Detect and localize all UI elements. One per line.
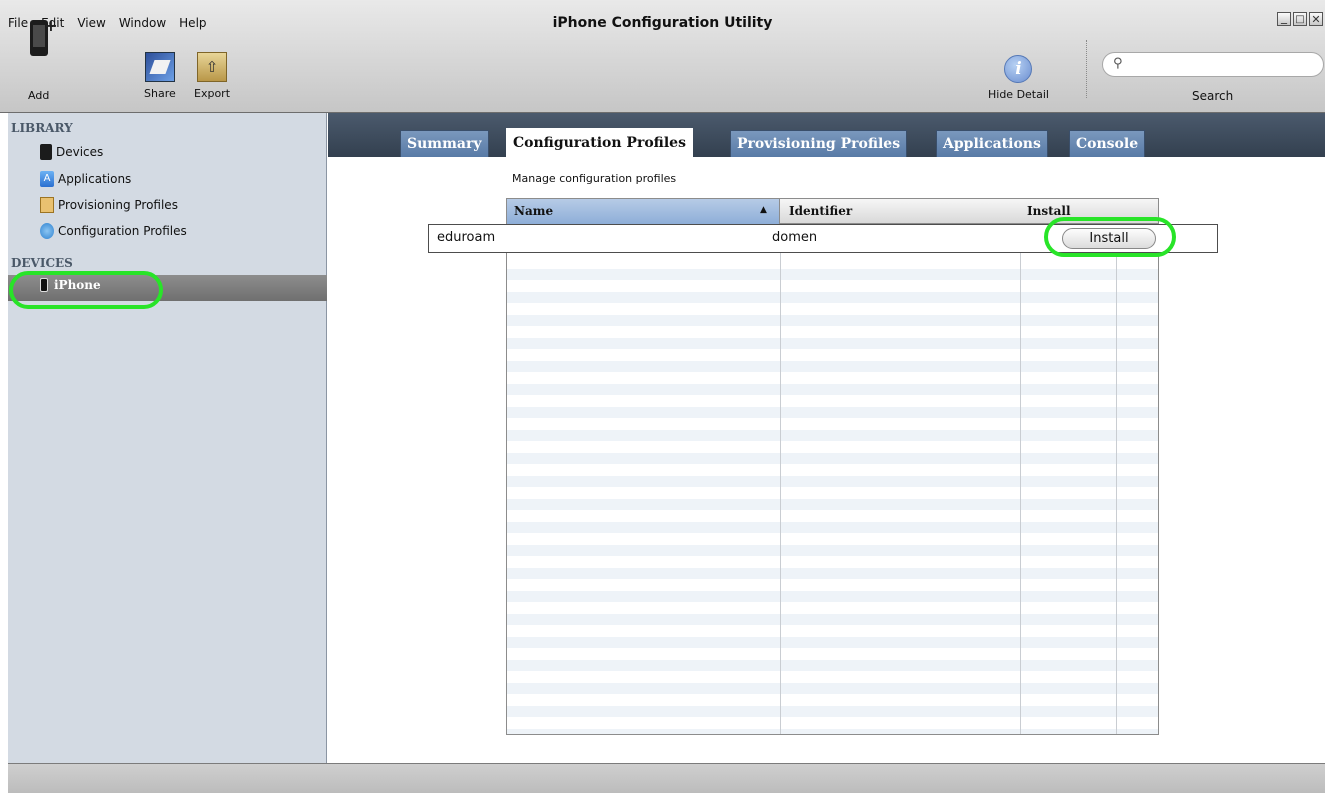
- export-icon: [197, 52, 227, 82]
- table-row-stripe: [507, 614, 1158, 625]
- profile-identifier: domen: [772, 230, 818, 245]
- search-input[interactable]: [1102, 52, 1324, 77]
- table-row-stripe: [507, 683, 1158, 694]
- close-button[interactable]: ✕: [1309, 12, 1323, 26]
- configuration-profile-icon: [40, 223, 54, 239]
- sidebar-item-configuration-profiles[interactable]: Configuration Profiles: [40, 221, 187, 241]
- sidebar-item-provisioning-profiles[interactable]: Provisioning Profiles: [40, 195, 178, 215]
- device-icon: [40, 144, 52, 160]
- column-divider: [1116, 199, 1117, 734]
- table-row-stripe: [507, 338, 1158, 349]
- share-button[interactable]: Share: [144, 52, 176, 100]
- app-store-icon: A: [40, 171, 54, 187]
- table-row-stripe: [507, 499, 1158, 510]
- page-description: Manage configuration profiles: [512, 172, 677, 185]
- table-row-stripe: [507, 269, 1158, 280]
- table-row-stripe: [507, 407, 1158, 418]
- sidebar-item-label: Configuration Profiles: [58, 224, 187, 238]
- search-label: Search: [1192, 89, 1234, 103]
- add-label: Add: [28, 89, 50, 102]
- iphone-highlight-circle: [9, 271, 163, 309]
- table-row-stripe: [507, 361, 1158, 372]
- close-icon: ✕: [1311, 13, 1321, 26]
- toolbar-separator: [1086, 40, 1087, 98]
- export-label: Export: [194, 87, 231, 100]
- sidebar-item-devices[interactable]: Devices: [40, 142, 103, 162]
- table-row-stripe: [507, 292, 1158, 303]
- column-divider: [780, 199, 781, 734]
- column-divider: [1020, 199, 1021, 734]
- column-header-install[interactable]: Install: [1027, 204, 1071, 218]
- provisioning-profile-icon: [40, 197, 54, 213]
- table-row-stripe: [507, 545, 1158, 556]
- column-header-name[interactable]: Name ▲: [507, 199, 780, 224]
- install-highlight-circle: [1044, 217, 1176, 257]
- minimize-button[interactable]: _: [1277, 10, 1291, 26]
- profiles-table: Name ▲ Identifier Install: [506, 198, 1159, 735]
- add-button[interactable]: + Add: [28, 16, 58, 102]
- table-row-stripe: [507, 591, 1158, 602]
- tab-provisioning-profiles[interactable]: Provisioning Profiles: [730, 130, 908, 157]
- info-icon: i: [1004, 55, 1033, 83]
- maximize-button[interactable]: □: [1293, 12, 1307, 26]
- sidebar-item-label: Applications: [58, 172, 132, 186]
- sidebar: LIBRARY Devices A Applications Provision…: [8, 113, 327, 763]
- share-label: Share: [144, 87, 176, 100]
- add-device-icon: +: [29, 16, 58, 56]
- table-row-stripe: [507, 430, 1158, 441]
- profile-name: eduroam: [437, 230, 496, 245]
- column-header-identifier[interactable]: Identifier: [789, 204, 852, 218]
- table-row-stripe: [507, 568, 1158, 579]
- tab-configuration-profiles[interactable]: Configuration Profiles: [506, 128, 693, 157]
- export-button[interactable]: Export: [194, 52, 230, 100]
- table-row-stripe: [507, 637, 1158, 648]
- sidebar-item-label: Provisioning Profiles: [58, 198, 178, 212]
- sort-ascending-icon: ▲: [760, 205, 767, 215]
- tab-summary[interactable]: Summary: [400, 130, 489, 157]
- table-row-stripe: [507, 729, 1158, 734]
- menu-window[interactable]: Window: [119, 16, 166, 30]
- library-header: LIBRARY: [11, 121, 73, 135]
- status-bar: [8, 763, 1325, 793]
- menu-view[interactable]: View: [77, 16, 105, 30]
- sidebar-item-applications[interactable]: A Applications: [40, 169, 131, 189]
- table-row-stripe: [507, 476, 1158, 487]
- share-icon: [144, 52, 175, 82]
- tab-applications[interactable]: Applications: [936, 130, 1048, 157]
- toolbar: File Edit View Window Help iPhone Config…: [0, 0, 1325, 113]
- column-header-label: Name: [514, 204, 554, 218]
- minimize-icon: _: [1281, 10, 1287, 24]
- table-row-stripe: [507, 706, 1158, 717]
- table-row-stripe: [507, 453, 1158, 464]
- menu-help[interactable]: Help: [179, 16, 206, 30]
- table-row-stripe: [507, 384, 1158, 395]
- menu-file[interactable]: File: [8, 16, 28, 30]
- devices-header: DEVICES: [11, 256, 73, 270]
- hide-detail-button[interactable]: i Hide Detail: [988, 55, 1049, 101]
- window-controls: _ □ ✕: [1277, 10, 1323, 26]
- tab-console[interactable]: Console: [1069, 130, 1146, 157]
- maximize-icon: □: [1295, 14, 1305, 25]
- table-row-stripe: [507, 315, 1158, 326]
- table-row-stripe: [507, 660, 1158, 671]
- table-row-stripe: [507, 522, 1158, 533]
- sidebar-item-label: Devices: [56, 145, 104, 159]
- hide-detail-label: Hide Detail: [988, 88, 1049, 101]
- window-title: iPhone Configuration Utility: [552, 15, 773, 31]
